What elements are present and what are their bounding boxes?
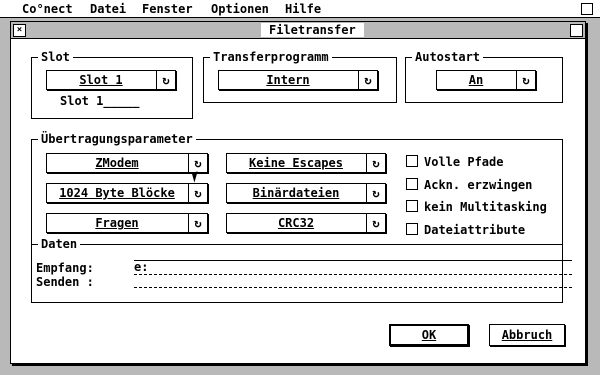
cycle-icon[interactable]: ↻: [366, 214, 385, 232]
empfang-label: Empfang:: [36, 261, 94, 275]
checkbox-label: Dateiattribute: [424, 223, 526, 237]
checkbox-icon[interactable]: [406, 223, 418, 235]
menu-connect[interactable]: Co°nect: [22, 2, 73, 16]
daten-legend: Daten: [38, 236, 81, 252]
filetype-popup-value: Binärdateien: [252, 186, 340, 200]
transferprogramm-group: Transferprogramm Intern ↻: [203, 49, 397, 103]
filetransfer-window: × Filetransfer Slot Slot 1 ↻ Slot 1_____…: [10, 21, 586, 364]
menu-datei[interactable]: Datei: [90, 2, 126, 16]
autostart-popup[interactable]: An ↻: [436, 70, 536, 90]
uebertragungsparameter-group: Übertragungsparameter ZModem ↻ 1024 Byte…: [31, 131, 563, 245]
cycle-icon[interactable]: ↻: [516, 71, 535, 89]
title-bar[interactable]: × Filetransfer: [11, 22, 585, 39]
checkbox-ackn-erzwingen[interactable]: Ackn. erzwingen: [406, 177, 532, 193]
checkbox-icon[interactable]: [406, 178, 418, 190]
transferprogramm-popup-value: Intern: [266, 73, 310, 87]
autostart-popup-value: An: [468, 73, 484, 87]
checkbox-dateiattribute[interactable]: Dateiattribute: [406, 222, 525, 238]
cancel-button[interactable]: Abbruch: [489, 324, 565, 346]
empfang-field[interactable]: e:: [134, 260, 572, 275]
checkbox-label: Volle Pfade: [424, 155, 504, 169]
slot-info: Slot 1_____: [60, 94, 140, 108]
checkbox-icon[interactable]: [406, 200, 418, 212]
checkbox-kein-multitasking[interactable]: kein Multitasking: [406, 199, 547, 215]
fuller-icon[interactable]: [570, 24, 583, 37]
slot-group: Slot Slot 1 ↻ Slot 1_____: [31, 49, 193, 119]
autostart-group: Autostart An ↻: [405, 49, 563, 103]
checkbox-label: kein Multitasking: [424, 200, 547, 214]
cycle-icon[interactable]: ↻: [358, 71, 377, 89]
checksum-popup[interactable]: CRC32 ↻: [226, 213, 386, 233]
cycle-icon[interactable]: ↻: [366, 184, 385, 202]
close-icon[interactable]: ×: [13, 24, 26, 37]
checkbox-label: Ackn. erzwingen: [424, 178, 533, 192]
cycle-icon[interactable]: ↻: [188, 154, 207, 172]
filetype-popup[interactable]: Binärdateien ↻: [226, 183, 386, 203]
cycle-icon[interactable]: ↻: [188, 184, 207, 202]
menu-bar: Co°nect Datei Fenster Optionen Hilfe: [0, 0, 600, 18]
slot-legend: Slot: [38, 49, 73, 65]
ok-button[interactable]: OK: [389, 324, 469, 346]
blocksize-popup[interactable]: 1024 Byte Blöcke ↻: [46, 183, 208, 203]
blocksize-popup-value: 1024 Byte Blöcke: [59, 186, 175, 200]
window-title: Filetransfer: [261, 23, 364, 37]
cycle-icon[interactable]: ↻: [366, 154, 385, 172]
menu-fenster[interactable]: Fenster: [142, 2, 193, 16]
cycle-icon[interactable]: ↻: [188, 214, 207, 232]
overwrite-popup[interactable]: Fragen ↻: [46, 213, 208, 233]
escapes-popup-value: Keine Escapes: [249, 156, 343, 170]
transferprogramm-legend: Transferprogramm: [210, 49, 332, 65]
daten-group: Daten Empfang: Senden : e:: [31, 236, 572, 303]
protocol-popup[interactable]: ZModem ↻: [46, 153, 208, 173]
escapes-popup[interactable]: Keine Escapes ↻: [226, 153, 386, 173]
slot-popup[interactable]: Slot 1 ↻: [46, 70, 176, 90]
checksum-popup-value: CRC32: [277, 216, 315, 230]
desk-accessory-icon[interactable]: [581, 3, 593, 15]
senden-label: Senden :: [36, 275, 94, 289]
cycle-icon[interactable]: ↻: [156, 71, 175, 89]
transferprogramm-popup[interactable]: Intern ↻: [218, 70, 378, 90]
checkbox-volle-pfade[interactable]: Volle Pfade: [406, 154, 503, 170]
menu-optionen[interactable]: Optionen: [211, 2, 269, 16]
menu-hilfe[interactable]: Hilfe: [285, 2, 321, 16]
senden-field[interactable]: [134, 274, 572, 288]
protocol-popup-value: ZModem: [95, 156, 139, 170]
uebertragungsparameter-legend: Übertragungsparameter: [38, 131, 196, 147]
slot-popup-value: Slot 1: [79, 73, 123, 87]
overwrite-popup-value: Fragen: [95, 216, 139, 230]
checkbox-icon[interactable]: [406, 155, 418, 167]
autostart-legend: Autostart: [412, 49, 484, 65]
